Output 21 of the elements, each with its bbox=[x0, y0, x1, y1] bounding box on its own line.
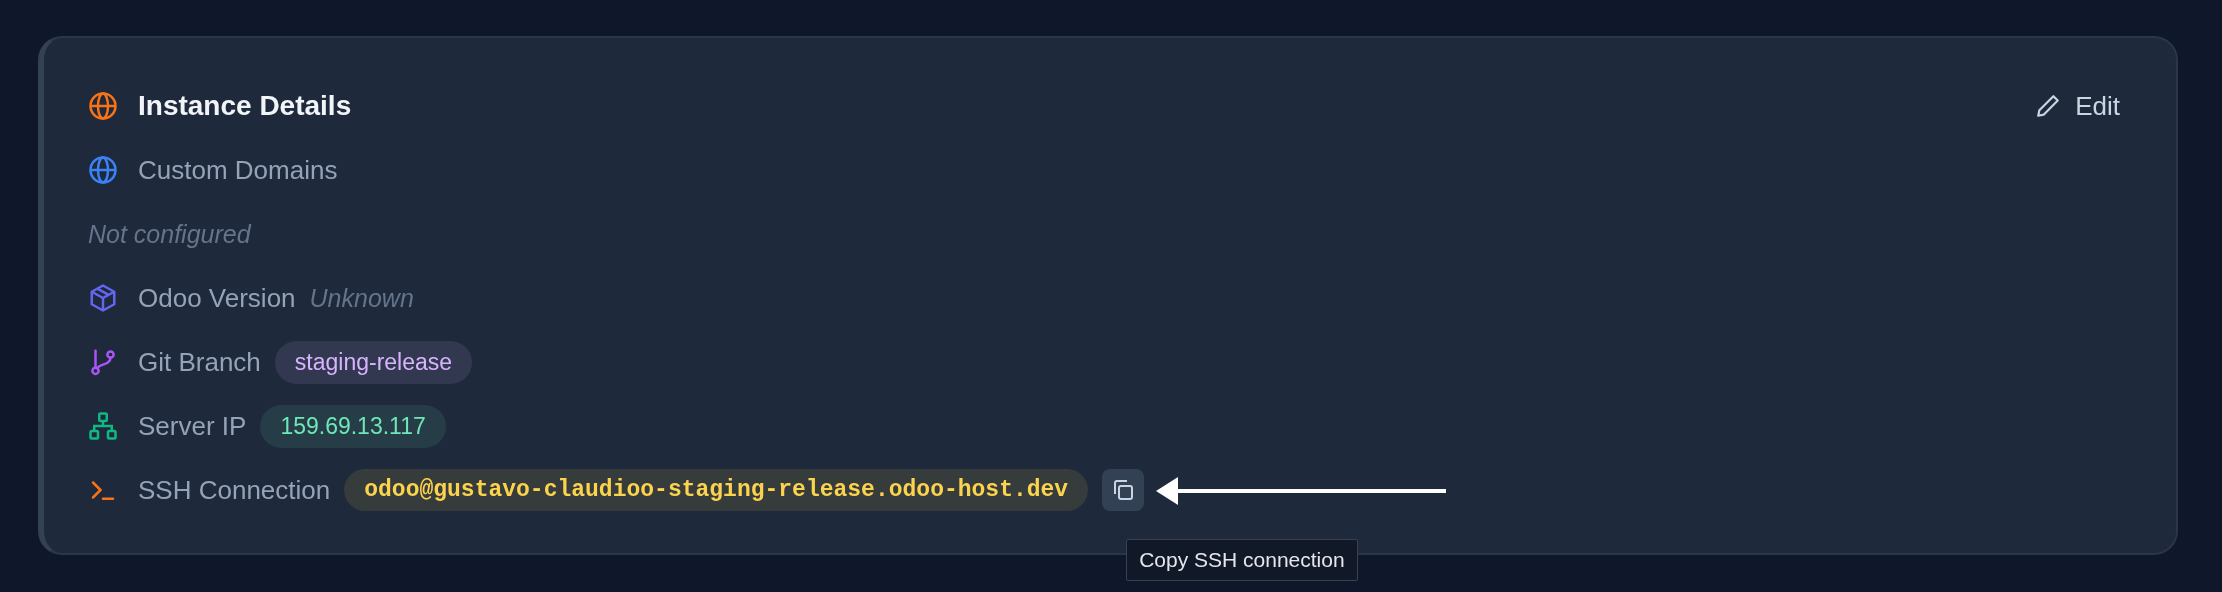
ssh-command: odoo@gustavo-claudioo-staging-release.odoo-host.dev bbox=[344, 469, 1089, 511]
copy-icon bbox=[1111, 478, 1136, 502]
field-label: Git Branch bbox=[138, 346, 261, 378]
box-icon bbox=[88, 283, 118, 313]
pencil-icon bbox=[2035, 93, 2062, 119]
network-icon bbox=[88, 411, 118, 441]
field-label: Custom Domains bbox=[138, 154, 338, 186]
copy-button[interactable] bbox=[1102, 469, 1145, 511]
field-label: SSH Connection bbox=[138, 474, 331, 506]
field-value: Unknown bbox=[309, 283, 414, 313]
field-label: Server IP bbox=[138, 410, 247, 442]
value-tag: 159.69.13.117 bbox=[260, 404, 446, 448]
card-title: Instance Details bbox=[138, 90, 352, 122]
empty-note: Not configured bbox=[88, 219, 251, 249]
globe-icon bbox=[88, 91, 118, 121]
field-label: Odoo Version bbox=[138, 282, 296, 314]
edit-button[interactable]: Edit bbox=[2035, 86, 2120, 126]
tooltip: Copy SSH connection bbox=[1126, 539, 1358, 581]
value-tag: staging-release bbox=[274, 340, 473, 384]
branch-icon bbox=[88, 347, 118, 377]
globe-icon bbox=[88, 155, 118, 185]
